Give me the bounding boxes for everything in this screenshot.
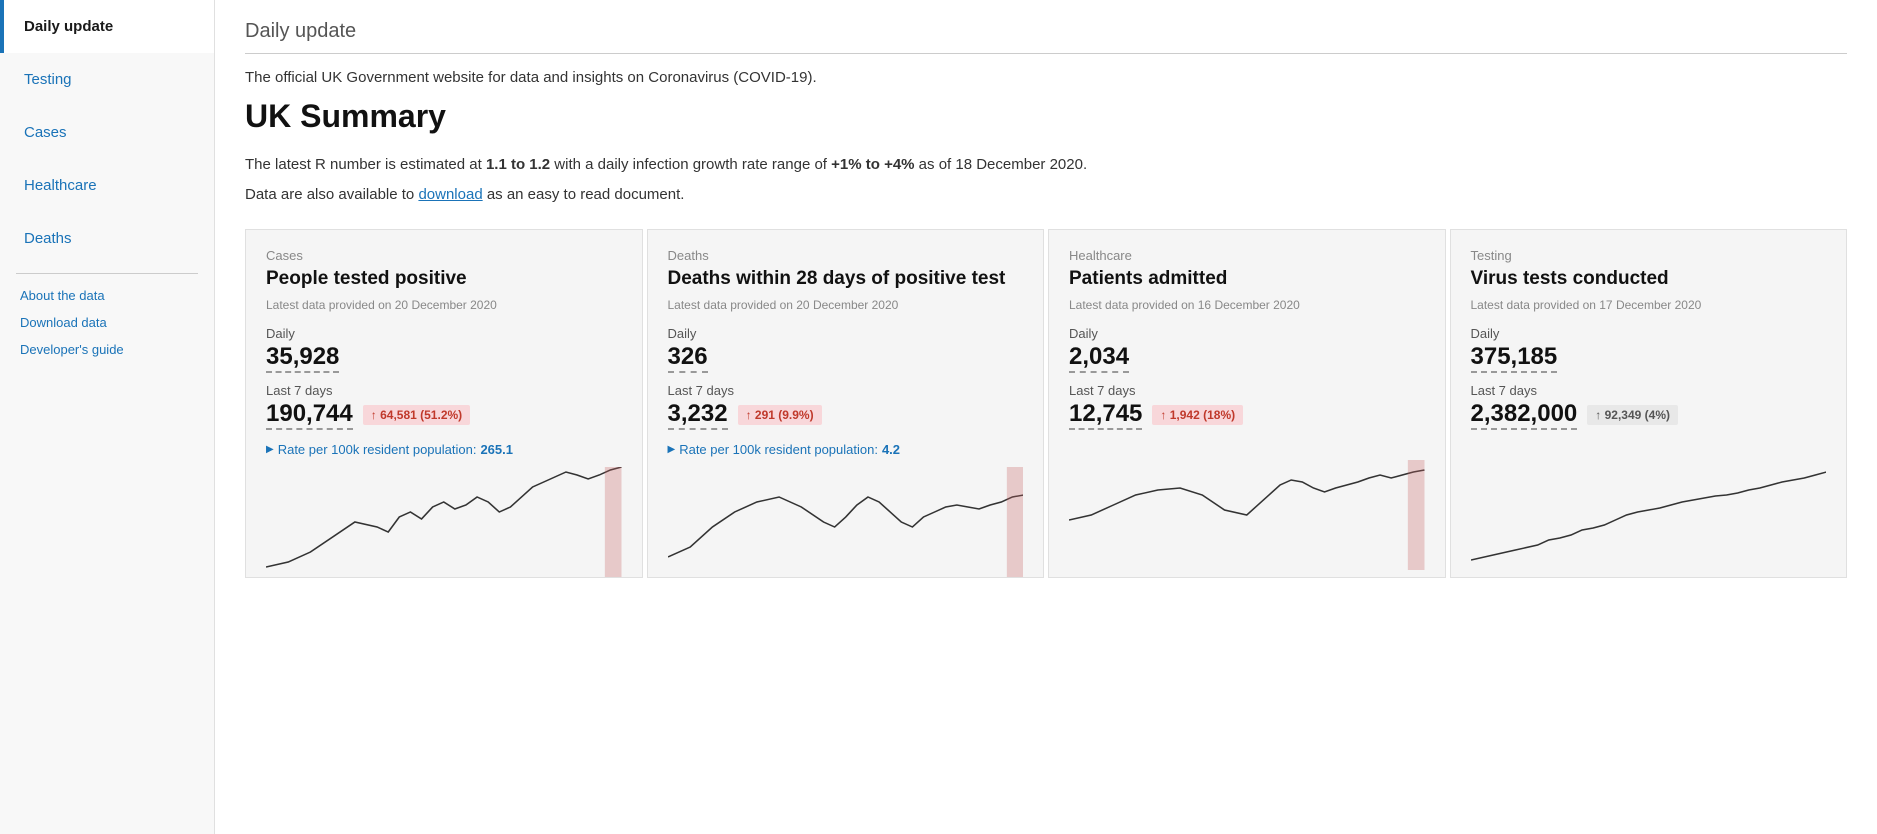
cases-rate-arrow: ▶: [266, 444, 274, 455]
download-suffix: as an easy to read document.: [483, 186, 685, 203]
download-link[interactable]: download: [418, 186, 482, 203]
deaths-stat1-value: 326: [668, 343, 708, 373]
cards-row: Cases People tested positive Latest data…: [245, 229, 1847, 578]
sidebar-item-daily-update[interactable]: Daily update: [0, 0, 214, 53]
deaths-card-category: Deaths: [668, 248, 1024, 263]
deaths-card-title: Deaths within 28 days of positive test: [668, 267, 1024, 292]
deaths-chart: [668, 467, 1024, 577]
cases-stat2-value: 190,744: [266, 400, 353, 430]
r-number-intro: The latest R number is estimated at: [245, 156, 486, 173]
sidebar-item-download-data[interactable]: Download data: [0, 309, 214, 336]
main-content: Daily update The official UK Government …: [215, 0, 1877, 834]
healthcare-stat2-label: Last 7 days: [1069, 383, 1425, 398]
cases-card: Cases People tested positive Latest data…: [245, 229, 643, 578]
r-number-mid: with a daily infection growth rate range…: [550, 156, 831, 173]
healthcare-stat2-value: 12,745: [1069, 400, 1142, 430]
cases-stat2-row: 190,744 ↑ 64,581 (51.2%): [266, 400, 622, 430]
healthcare-card-date: Latest data provided on 16 December 2020: [1069, 298, 1425, 312]
testing-card-date: Latest data provided on 17 December 2020: [1471, 298, 1827, 312]
page-divider: [245, 53, 1847, 54]
download-text: Data are also available to: [245, 186, 418, 203]
testing-stat1-value: 375,185: [1471, 343, 1558, 373]
main-heading: UK Summary: [245, 98, 1847, 135]
testing-stat2-label: Last 7 days: [1471, 383, 1827, 398]
healthcare-stat1-value: 2,034: [1069, 343, 1129, 373]
cases-card-title: People tested positive: [266, 267, 622, 292]
page-title: Daily update: [245, 20, 1847, 43]
cases-card-category: Cases: [266, 248, 622, 263]
deaths-stat2-value: 3,232: [668, 400, 728, 430]
cases-rate-value: 265.1: [480, 442, 513, 457]
deaths-rate-value: 4.2: [882, 442, 900, 457]
testing-stat2-row: 2,382,000 ↑ 92,349 (4%): [1471, 400, 1827, 430]
growth-rate-value: +1% to +4%: [831, 156, 914, 173]
cases-card-date: Latest data provided on 20 December 2020: [266, 298, 622, 312]
deaths-rate-arrow: ▶: [668, 444, 676, 455]
deaths-stat1-label: Daily: [668, 326, 1024, 341]
cases-stat2-label: Last 7 days: [266, 383, 622, 398]
sidebar: Daily update Testing Cases Healthcare De…: [0, 0, 215, 834]
testing-badge: ↑ 92,349 (4%): [1587, 405, 1678, 425]
cases-chart: [266, 467, 622, 577]
healthcare-chart: [1069, 460, 1425, 570]
r-number-date: as of 18 December 2020.: [915, 156, 1088, 173]
sidebar-item-testing[interactable]: Testing: [0, 53, 214, 106]
deaths-badge: ↑ 291 (9.9%): [738, 405, 822, 425]
healthcare-card: Healthcare Patients admitted Latest data…: [1048, 229, 1446, 578]
subtitle-text: The official UK Government website for d…: [245, 69, 1847, 86]
testing-stat1-label: Daily: [1471, 326, 1827, 341]
sidebar-item-developers-guide[interactable]: Developer's guide: [0, 336, 214, 363]
testing-chart: [1471, 460, 1827, 570]
healthcare-badge: ↑ 1,942 (18%): [1152, 405, 1243, 425]
deaths-rate-label: Rate per 100k resident population:: [679, 442, 878, 457]
r-number-value: 1.1 to 1.2: [486, 156, 550, 173]
testing-card-title: Virus tests conducted: [1471, 267, 1827, 292]
r-number-paragraph: The latest R number is estimated at 1.1 …: [245, 153, 1847, 177]
deaths-rate-link[interactable]: ▶ Rate per 100k resident population: 4.2: [668, 442, 1024, 457]
sidebar-divider: [16, 273, 198, 274]
cases-stat1-value: 35,928: [266, 343, 339, 373]
deaths-stat2-label: Last 7 days: [668, 383, 1024, 398]
deaths-stat2-row: 3,232 ↑ 291 (9.9%): [668, 400, 1024, 430]
download-paragraph: Data are also available to download as a…: [245, 183, 1847, 207]
sidebar-item-cases[interactable]: Cases: [0, 106, 214, 159]
testing-card-category: Testing: [1471, 248, 1827, 263]
sidebar-item-deaths[interactable]: Deaths: [0, 212, 214, 265]
healthcare-card-category: Healthcare: [1069, 248, 1425, 263]
cases-rate-label: Rate per 100k resident population:: [278, 442, 477, 457]
sidebar-item-about-data[interactable]: About the data: [0, 282, 214, 309]
deaths-card-date: Latest data provided on 20 December 2020: [668, 298, 1024, 312]
healthcare-card-title: Patients admitted: [1069, 267, 1425, 292]
testing-card: Testing Virus tests conducted Latest dat…: [1450, 229, 1848, 578]
cases-badge: ↑ 64,581 (51.2%): [363, 405, 470, 425]
cases-stat1-label: Daily: [266, 326, 622, 341]
healthcare-stat2-row: 12,745 ↑ 1,942 (18%): [1069, 400, 1425, 430]
testing-stat2-value: 2,382,000: [1471, 400, 1578, 430]
cases-rate-link[interactable]: ▶ Rate per 100k resident population: 265…: [266, 442, 622, 457]
deaths-card: Deaths Deaths within 28 days of positive…: [647, 229, 1045, 578]
healthcare-stat1-label: Daily: [1069, 326, 1425, 341]
sidebar-item-healthcare[interactable]: Healthcare: [0, 159, 214, 212]
